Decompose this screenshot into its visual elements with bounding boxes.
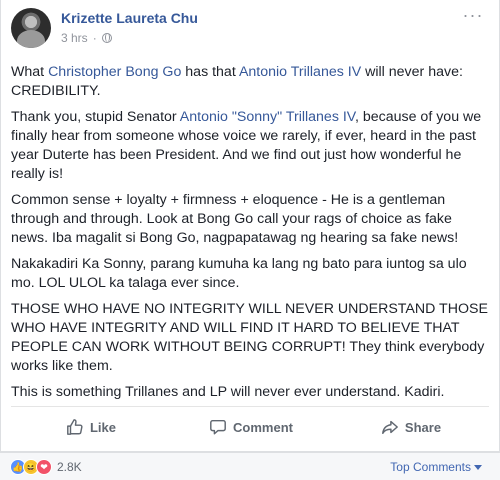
comment-label: Comment xyxy=(233,419,293,435)
action-bar: Like Comment Share xyxy=(11,410,491,444)
share-button[interactable]: Share xyxy=(331,410,491,444)
post-footer: 👍 😆 ❤ 2.8K Top Comments xyxy=(0,452,500,480)
post-meta: 3 hrs · xyxy=(61,31,112,45)
share-label: Share xyxy=(404,419,442,435)
love-reaction-icon: ❤ xyxy=(36,459,52,475)
post-paragraph: THOSE WHO HAVE NO INTEGRITY WILL NEVER U… xyxy=(11,301,488,374)
post-time[interactable]: 3 hrs xyxy=(61,31,88,45)
like-button[interactable]: Like xyxy=(11,410,171,444)
reaction-count: 2.8K xyxy=(57,460,82,474)
post-paragraph: Common sense + loyalty + firmness + eloq… xyxy=(11,192,459,246)
more-dots-icon[interactable]: ··· xyxy=(461,6,485,24)
comment-button[interactable]: Comment xyxy=(171,410,331,444)
like-icon xyxy=(67,419,83,435)
tag-antonio-sonny-trillanes[interactable]: Antonio "Sonny" Trillanes IV xyxy=(180,109,355,125)
paragraph-text: Thank you, stupid Senator xyxy=(11,109,180,125)
chevron-down-icon xyxy=(474,465,482,471)
post-body: What Christopher Bong Go has that Antoni… xyxy=(11,63,491,409)
post-header: Krizette Laureta Chu 3 hrs · ··· xyxy=(11,6,491,52)
author-name[interactable]: Krizette Laureta Chu xyxy=(61,10,198,26)
top-comments-dropdown[interactable]: Top Comments xyxy=(390,460,482,474)
like-label: Like xyxy=(89,419,116,435)
action-divider xyxy=(11,406,489,407)
paragraph-text: What xyxy=(11,64,49,80)
post-paragraph: What Christopher Bong Go has that Antoni… xyxy=(11,63,491,101)
post-paragraph: Thank you, stupid Senator Antonio "Sonny… xyxy=(11,108,491,184)
top-comments-label: Top Comments xyxy=(390,460,471,474)
reaction-summary[interactable]: 👍 😆 ❤ 2.8K xyxy=(10,459,82,475)
avatar[interactable] xyxy=(11,8,51,48)
tag-christopher-bong-go[interactable]: Christopher Bong Go xyxy=(48,64,181,80)
tag-antonio-trillanes[interactable]: Antonio Trillanes IV xyxy=(239,64,361,80)
meta-separator: · xyxy=(92,31,97,45)
post-paragraph: This is something Trillanes and LP will … xyxy=(11,384,445,400)
post-card: Krizette Laureta Chu 3 hrs · ··· What Ch… xyxy=(0,0,500,452)
globe-icon xyxy=(101,33,112,43)
comment-icon xyxy=(210,419,226,435)
share-icon xyxy=(382,420,398,435)
paragraph-text: has that xyxy=(181,64,239,80)
post-paragraph: Nakakadiri Ka Sonny, parang kumuha ka la… xyxy=(11,256,467,291)
